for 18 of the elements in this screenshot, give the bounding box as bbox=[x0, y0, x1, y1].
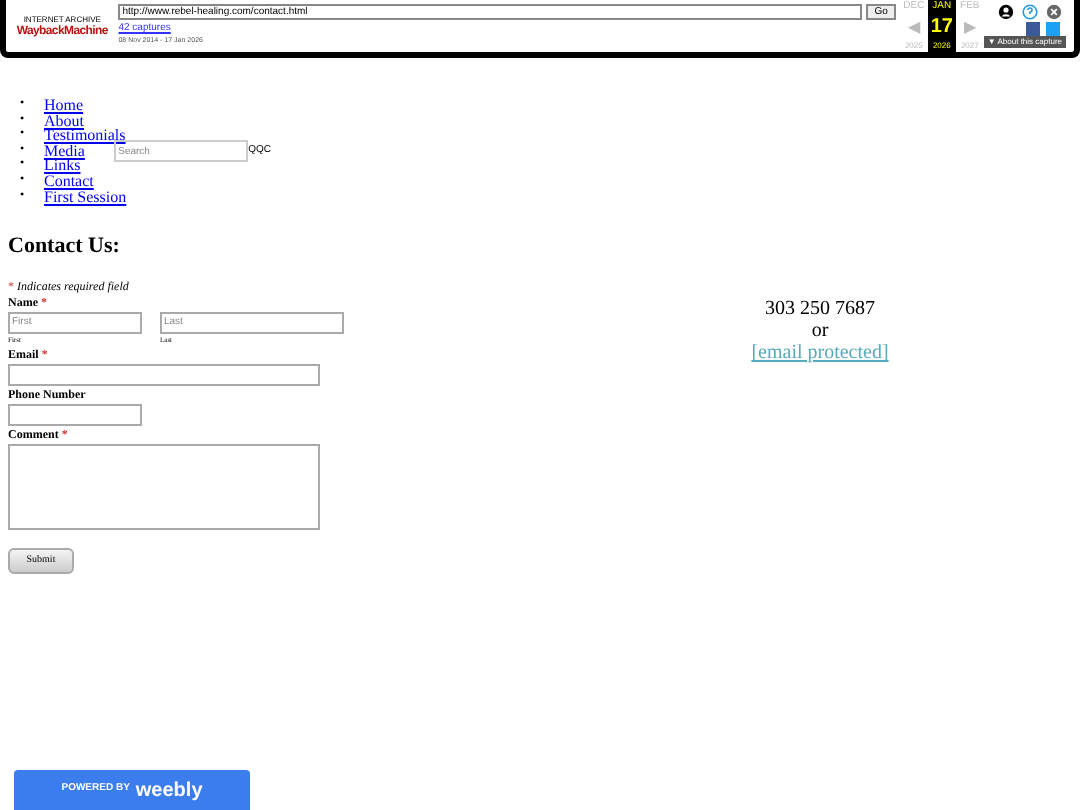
page-heading: Contact Us: bbox=[8, 232, 122, 263]
phone-number: 303 250 7687 bbox=[765, 298, 875, 321]
nav-link[interactable]: Testimonials bbox=[44, 128, 126, 144]
user-icon[interactable] bbox=[998, 4, 1014, 20]
nav-link[interactable]: Contact bbox=[44, 173, 94, 190]
nav-link[interactable]: Media bbox=[44, 143, 85, 159]
weebly-logo: weebly bbox=[135, 777, 203, 805]
close-icon[interactable] bbox=[1046, 4, 1062, 20]
nav-link[interactable]: Links bbox=[44, 158, 81, 174]
email-field[interactable] bbox=[8, 363, 320, 386]
help-icon[interactable] bbox=[1022, 4, 1038, 20]
nav-link[interactable]: Home bbox=[44, 98, 84, 114]
day-label: 17 bbox=[930, 17, 953, 37]
phone-field[interactable] bbox=[8, 403, 142, 426]
nav-link[interactable]: About bbox=[44, 113, 84, 129]
or-text: or bbox=[811, 320, 829, 343]
nav-link[interactable]: First Session bbox=[44, 189, 127, 205]
comment-field[interactable] bbox=[8, 443, 320, 530]
